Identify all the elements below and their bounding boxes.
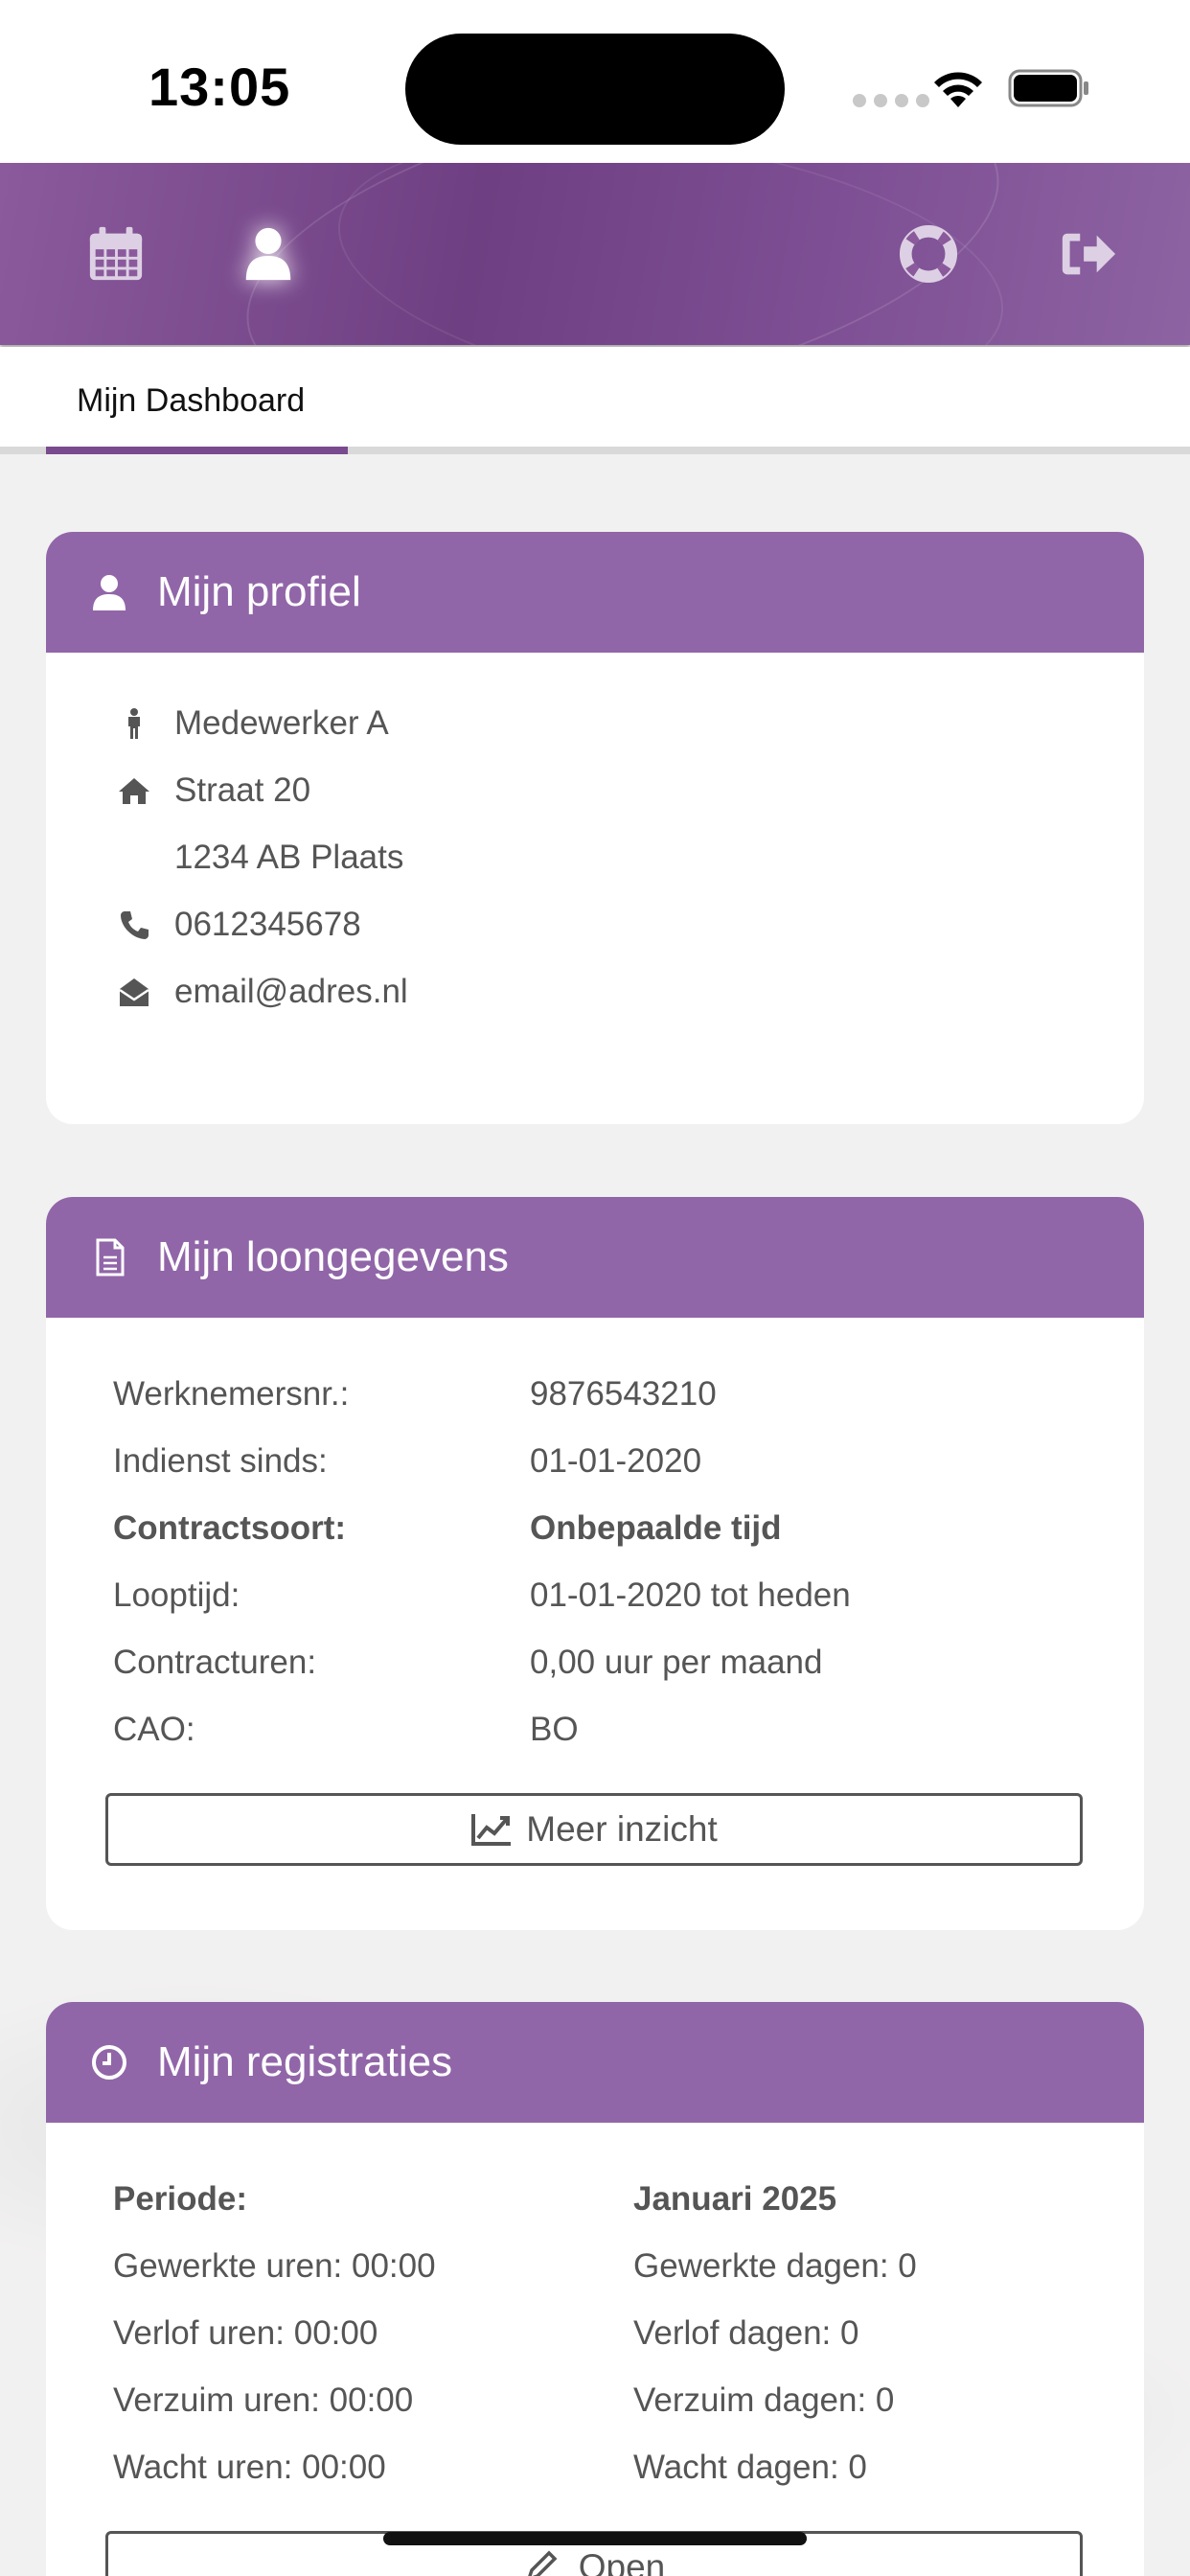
- profile-postal-city: 1234 AB Plaats: [174, 839, 404, 876]
- battery-icon: [1008, 69, 1088, 107]
- salary-value: 9876543210: [530, 1375, 717, 1413]
- lifebuoy-icon[interactable]: [895, 220, 962, 288]
- tab-bar: Mijn Dashboard: [0, 347, 1190, 454]
- registration-days: Wacht dagen: 0: [633, 2449, 867, 2486]
- profile-postal-row: 1234 AB Plaats: [115, 839, 403, 877]
- status-bar: 13:05: [0, 0, 1190, 163]
- phone-icon: [115, 906, 153, 944]
- home-icon: [115, 771, 153, 810]
- registration-days: Verzuim dagen: 0: [633, 2381, 895, 2419]
- status-time: 13:05: [149, 57, 291, 117]
- period-value: Januari 2025: [633, 2180, 837, 2218]
- registrations-card: Mijn registraties Periode: Januari 2025 …: [46, 2002, 1144, 2576]
- profile-card: Mijn profiel Medewerker A Straat 20 1234…: [46, 532, 1144, 1124]
- profile-phone[interactable]: 0612345678: [174, 906, 361, 944]
- profile-card-title: Mijn profiel: [157, 568, 361, 615]
- period-label: Periode:: [113, 2180, 248, 2218]
- registration-hours: Verzuim uren: 00:00: [113, 2381, 414, 2419]
- salary-value: 01-01-2020 tot heden: [530, 1576, 851, 1614]
- cellular-signal-icon: [853, 94, 929, 107]
- profile-name-row: Medewerker A: [115, 704, 389, 743]
- clock-icon: [88, 2041, 130, 2083]
- registrations-card-title: Mijn registraties: [157, 2038, 453, 2085]
- user-icon: [88, 571, 130, 613]
- open-label: Open: [578, 2547, 666, 2576]
- salary-value: BO: [530, 1711, 579, 1748]
- salary-label: CAO:: [113, 1711, 195, 1748]
- meer-inzicht-label: Meer inzicht: [526, 1809, 718, 1849]
- user-icon[interactable]: [235, 220, 302, 288]
- salary-card-header: Mijn loongegevens: [46, 1197, 1144, 1318]
- profile-email-row: email@adres.nl: [115, 973, 408, 1011]
- profile-name: Medewerker A: [174, 704, 389, 742]
- registration-days: Gewerkte dagen: 0: [633, 2247, 917, 2285]
- salary-card: Mijn loongegevens Werknemersnr.: 9876543…: [46, 1197, 1144, 1930]
- dynamic-island: [405, 34, 785, 145]
- home-indicator: [383, 2532, 807, 2545]
- male-icon: [115, 704, 153, 743]
- calendar-icon[interactable]: [82, 220, 149, 288]
- top-navigation: [0, 163, 1190, 345]
- salary-value: Onbepaalde tijd: [530, 1509, 782, 1547]
- salary-label: Looptijd:: [113, 1576, 240, 1614]
- registration-days: Verlof dagen: 0: [633, 2314, 859, 2352]
- tab-active-indicator: [46, 447, 348, 454]
- sign-out-icon[interactable]: [1054, 220, 1121, 288]
- registration-hours: Gewerkte uren: 00:00: [113, 2247, 436, 2285]
- profile-email[interactable]: email@adres.nl: [174, 973, 408, 1011]
- meer-inzicht-button[interactable]: Meer inzicht: [105, 1793, 1083, 1866]
- profile-phone-row: 0612345678: [115, 906, 361, 944]
- salary-label: Indienst sinds:: [113, 1442, 328, 1480]
- tab-mijn-dashboard[interactable]: Mijn Dashboard: [46, 347, 348, 454]
- salary-label: Contractsoort:: [113, 1509, 347, 1547]
- registration-hours: Verlof uren: 00:00: [113, 2314, 378, 2352]
- registration-hours: Wacht uren: 00:00: [113, 2449, 386, 2486]
- profile-card-header: Mijn profiel: [46, 532, 1144, 653]
- edit-icon: [527, 2550, 558, 2576]
- salary-card-title: Mijn loongegevens: [157, 1233, 509, 1280]
- salary-value: 01-01-2020: [530, 1442, 702, 1480]
- salary-value: 0,00 uur per maand: [530, 1644, 823, 1681]
- profile-street: Straat 20: [174, 771, 311, 809]
- registrations-card-header: Mijn registraties: [46, 2002, 1144, 2123]
- envelope-open-icon: [115, 973, 153, 1011]
- wifi-icon: [934, 72, 982, 107]
- salary-label: Werknemersnr.:: [113, 1375, 350, 1413]
- line-chart-icon: [471, 1814, 512, 1846]
- salary-label: Contracturen:: [113, 1644, 317, 1681]
- document-icon: [88, 1236, 130, 1278]
- profile-street-row: Straat 20: [115, 771, 310, 810]
